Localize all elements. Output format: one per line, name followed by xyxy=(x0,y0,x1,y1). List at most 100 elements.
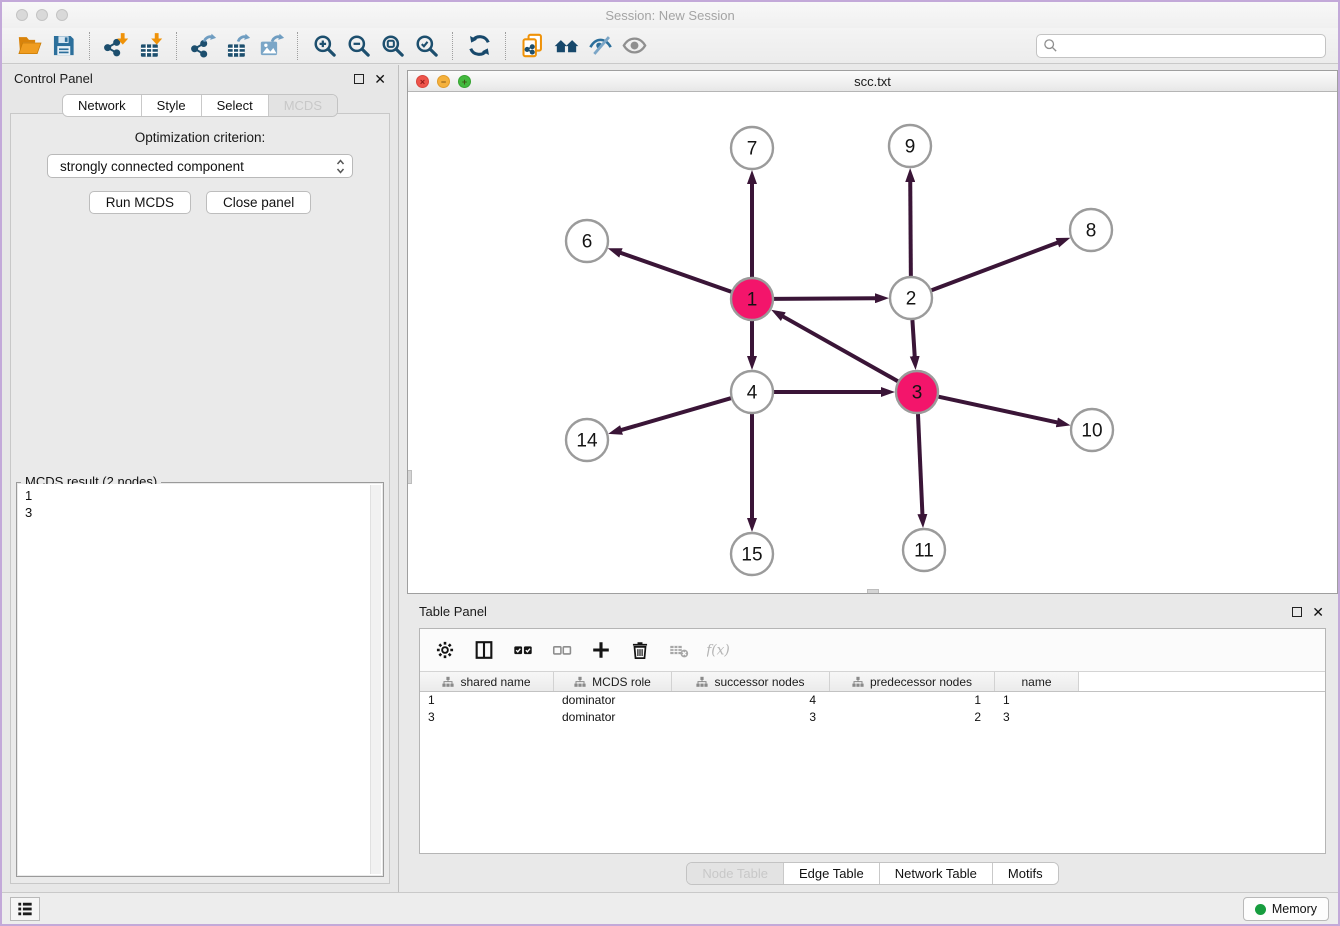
tab-edge-table[interactable]: Edge Table xyxy=(784,863,880,884)
table-row[interactable]: 3dominator323 xyxy=(420,709,1325,726)
run-mcds-button[interactable]: Run MCDS xyxy=(89,191,191,214)
column-header-MCDS-role[interactable]: MCDS role xyxy=(554,672,672,691)
table-row[interactable]: 1dominator411 xyxy=(420,692,1325,709)
memory-button[interactable]: Memory xyxy=(1243,897,1329,921)
network-canvas[interactable]: 7 9 6 8 1 2 4 3 14 10 15 11 xyxy=(408,92,1337,593)
select-all-button[interactable] xyxy=(512,639,534,661)
eye-icon xyxy=(621,32,648,59)
refresh-icon xyxy=(466,32,493,59)
zoom-out-button[interactable] xyxy=(341,31,375,61)
column-header-shared-name[interactable]: shared name xyxy=(420,672,554,691)
edge-4-14[interactable] xyxy=(621,398,731,430)
node-9[interactable]: 9 xyxy=(889,125,931,167)
close-panel-button[interactable]: Close panel xyxy=(206,191,311,214)
float-table-panel-icon[interactable] xyxy=(1292,607,1302,617)
import-table-icon xyxy=(137,32,164,59)
tab-network-table[interactable]: Network Table xyxy=(880,863,993,884)
clone-network-button[interactable] xyxy=(515,31,549,61)
maximize-window-button[interactable] xyxy=(56,9,68,21)
network-minimize-button[interactable]: − xyxy=(437,75,450,88)
search-box xyxy=(1036,34,1326,58)
import-network-button[interactable] xyxy=(99,31,133,61)
node-6[interactable]: 6 xyxy=(566,220,608,262)
node-1[interactable]: 1 xyxy=(731,278,773,320)
node-14[interactable]: 14 xyxy=(566,419,608,461)
float-panel-icon[interactable] xyxy=(354,74,364,84)
mcds-result-list[interactable]: 13 xyxy=(18,484,382,875)
tab-mcds[interactable]: MCDS xyxy=(269,95,337,116)
open-file-button[interactable] xyxy=(12,31,46,61)
toolbar-separator xyxy=(176,32,177,60)
zoom-in-icon xyxy=(311,32,338,59)
node-15[interactable]: 15 xyxy=(731,533,773,575)
node-8[interactable]: 8 xyxy=(1070,209,1112,251)
tab-network[interactable]: Network xyxy=(63,95,142,116)
minimize-window-button[interactable] xyxy=(36,9,48,21)
toolbar-separator xyxy=(505,32,506,60)
edge-1-2[interactable] xyxy=(774,298,876,299)
network-view-window: × − + scc.txt 7968124314101511 xyxy=(407,70,1338,594)
edge-2-8[interactable] xyxy=(932,242,1059,290)
edge-2-3[interactable] xyxy=(912,320,914,357)
tab-select[interactable]: Select xyxy=(202,95,269,116)
close-window-button[interactable] xyxy=(16,9,28,21)
zoom-fit-button[interactable] xyxy=(375,31,409,61)
import-table-button[interactable] xyxy=(133,31,167,61)
edge-3-11[interactable] xyxy=(918,414,922,515)
column-header-successor-nodes[interactable]: successor nodes xyxy=(672,672,830,691)
mcds-tab-content: Optimization criterion: strongly connect… xyxy=(10,113,390,884)
graphics-details-icon xyxy=(587,32,614,59)
column-button[interactable] xyxy=(473,639,495,661)
tab-motifs[interactable]: Motifs xyxy=(993,863,1058,884)
window-titlebar: Session: New Session xyxy=(2,2,1338,28)
graphics-details-button[interactable] xyxy=(583,31,617,61)
window-title: Session: New Session xyxy=(2,8,1338,23)
export-image-icon xyxy=(258,32,285,59)
gear-button[interactable] xyxy=(434,639,456,661)
houses-button[interactable] xyxy=(549,31,583,61)
edge-3-10[interactable] xyxy=(938,397,1057,423)
save-session-button[interactable] xyxy=(46,31,80,61)
tab-node-table[interactable]: Node Table xyxy=(687,863,784,884)
export-network-button[interactable] xyxy=(186,31,220,61)
deselect-all-icon xyxy=(551,639,573,661)
node-10[interactable]: 10 xyxy=(1071,409,1113,451)
splitter-handle-vertical[interactable] xyxy=(408,470,412,484)
zoom-selected-button[interactable] xyxy=(409,31,443,61)
splitter-handle-horizontal[interactable] xyxy=(867,589,879,593)
node-label: 3 xyxy=(912,383,923,404)
node-3[interactable]: 3 xyxy=(896,371,938,413)
node-7[interactable]: 7 xyxy=(731,127,773,169)
eye-button[interactable] xyxy=(617,31,651,61)
deselect-all-button[interactable] xyxy=(551,639,573,661)
export-image-button[interactable] xyxy=(254,31,288,61)
close-panel-icon[interactable]: ✕ xyxy=(374,74,386,84)
export-table-button[interactable] xyxy=(220,31,254,61)
node-2[interactable]: 2 xyxy=(890,277,932,319)
tab-style[interactable]: Style xyxy=(142,95,202,116)
network-maximize-button[interactable]: + xyxy=(458,75,471,88)
main-toolbar xyxy=(2,28,1338,64)
trash-button[interactable] xyxy=(629,639,651,661)
optimization-select[interactable]: strongly connected component xyxy=(47,154,353,178)
add-button[interactable] xyxy=(590,639,612,661)
node-label: 6 xyxy=(582,232,593,253)
task-history-button[interactable] xyxy=(10,897,40,921)
result-scrollbar[interactable] xyxy=(370,485,381,874)
list-icon xyxy=(15,899,35,919)
control-panel: Control Panel ✕ NetworkStyleSelectMCDS O… xyxy=(2,65,399,892)
column-header-name[interactable]: name xyxy=(995,672,1079,691)
node-11[interactable]: 11 xyxy=(903,529,945,571)
column-icon xyxy=(473,639,495,661)
refresh-button[interactable] xyxy=(462,31,496,61)
table-cell: 1 xyxy=(830,692,995,709)
edge-2-9[interactable] xyxy=(910,181,911,276)
node-4[interactable]: 4 xyxy=(731,371,773,413)
edge-3-1[interactable] xyxy=(782,316,897,381)
column-header-predecessor-nodes[interactable]: predecessor nodes xyxy=(830,672,995,691)
network-close-button[interactable]: × xyxy=(416,75,429,88)
search-input[interactable] xyxy=(1036,34,1326,58)
edge-1-6[interactable] xyxy=(620,253,731,292)
zoom-in-button[interactable] xyxy=(307,31,341,61)
close-table-panel-icon[interactable]: ✕ xyxy=(1312,607,1324,617)
